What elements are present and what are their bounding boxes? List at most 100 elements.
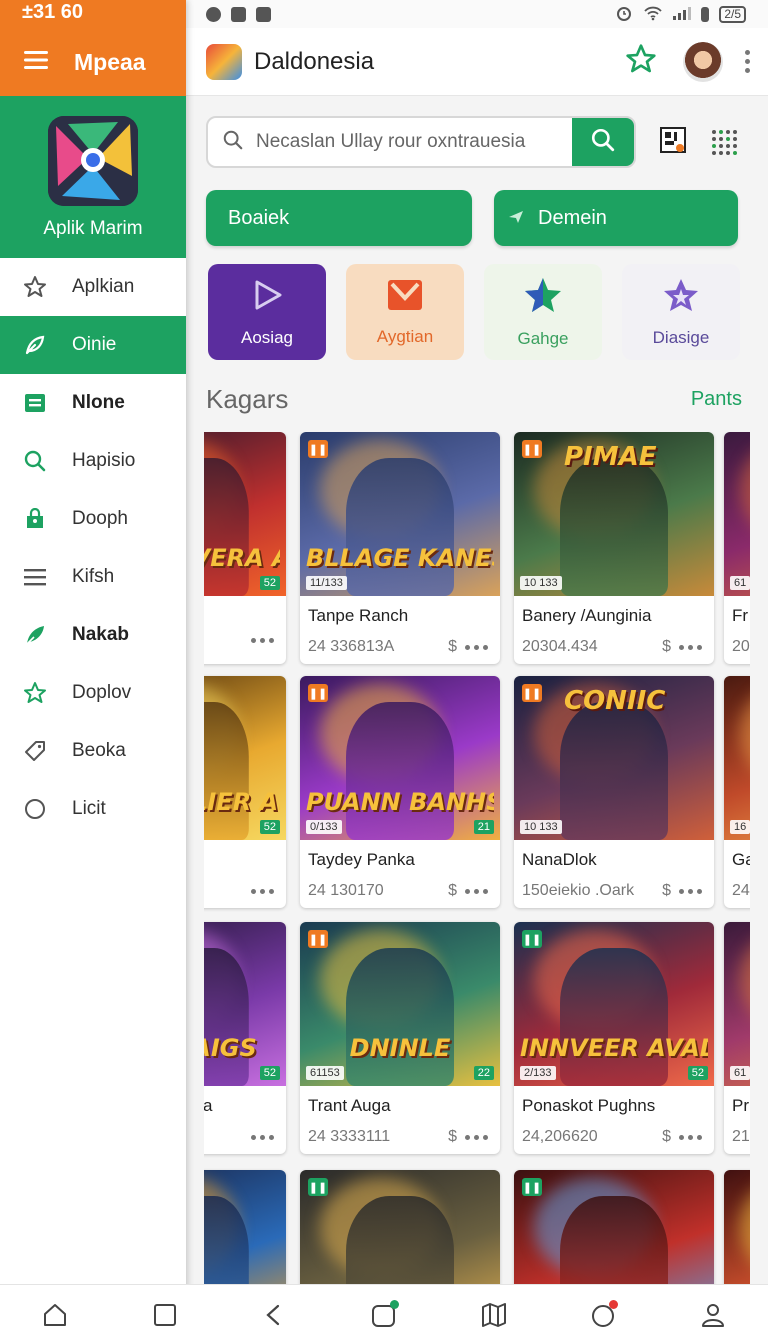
game-card-meta: NanaDlok 150eiekio .Oark $: [514, 840, 714, 900]
game-card-meta: Banery /Aunginia 20304.434 $: [514, 596, 714, 656]
notification-icon[interactable]: [588, 1299, 619, 1330]
game-card[interactable]: ❚❚ INNVEER AVADUS 2/133 52 Ponaskot Pughns 24…: [514, 922, 714, 1154]
search-button[interactable]: [572, 118, 634, 166]
game-grid: UNNVERA AVADUS 52 a ❚❚ BLLAGE KANES 11/133 Tan…: [204, 432, 750, 1284]
game-subtitle: 50: [204, 1128, 251, 1146]
pause-badge-icon: ❚❚: [308, 930, 328, 948]
rating-badge: 22: [473, 1066, 494, 1080]
game-title: Trant Auga: [308, 1096, 391, 1115]
pause-badge-icon: ❚❚: [308, 684, 328, 702]
avatar[interactable]: [683, 41, 723, 82]
chat-icon[interactable]: [369, 1299, 399, 1330]
game-card[interactable]: ANG: [204, 1170, 286, 1284]
game-title: NanaDlok: [522, 850, 597, 869]
category-tile-2[interactable]: Aygtian: [346, 264, 464, 360]
secondary-button[interactable]: Demein: [494, 190, 738, 246]
more-options-icon[interactable]: [465, 888, 488, 894]
game-title: Tanpe Ranch: [308, 606, 409, 625]
cover-label-badge: 10 133: [520, 820, 562, 834]
cover-label-badge: 0/133: [306, 820, 342, 834]
game-title: naueins: [204, 850, 286, 870]
map-icon[interactable]: [479, 1300, 509, 1330]
game-card[interactable]: ❚❚ PIMAE 10 133 Banery /Aunginia 20304.434 $: [514, 432, 714, 664]
drawer-item-1[interactable]: Aplkian: [0, 258, 186, 316]
game-title: Taydey Panka: [308, 850, 415, 869]
category-label: Aosiag: [241, 327, 293, 347]
section-link[interactable]: Pants: [691, 388, 742, 411]
rating-badge: 52: [687, 1066, 708, 1080]
primary-button[interactable]: Boaiek: [206, 190, 472, 246]
search-icon: [590, 127, 616, 158]
game-cover-art: [724, 1170, 750, 1284]
game-card[interactable]: 61 Pr 21: [724, 922, 750, 1154]
drawer-item-5[interactable]: Dooph: [0, 490, 186, 548]
game-cover-art: 16: [724, 676, 750, 840]
drawer-item-9[interactable]: Beoka: [0, 722, 186, 780]
game-card[interactable]: 61 Fr 20: [724, 432, 750, 664]
drawer-item-label: Licit: [72, 798, 106, 819]
drawer-item-4[interactable]: Hapisio: [0, 432, 186, 490]
game-logo-text: INNVEER AVADUS: [520, 1034, 708, 1062]
game-title: Nananana: [204, 1096, 213, 1115]
drawer-item-8[interactable]: Doplov: [0, 664, 186, 722]
game-card[interactable]: ❚❚ DNINLE 61153 22 Trant Auga 24 3333111 $: [300, 922, 500, 1154]
game-card[interactable]: ❚❚ BLLAGE KANES 11/133 Tanpe Ranch 24 336813…: [300, 432, 500, 664]
game-card[interactable]: UNNVERA AVADUS 52 a: [204, 432, 286, 664]
hamburger-menu-icon[interactable]: [24, 50, 48, 75]
apps-grid-icon[interactable]: [712, 129, 737, 155]
drawer-item-6[interactable]: Kifsh: [0, 548, 186, 606]
category-tile-3[interactable]: Gahge: [484, 264, 602, 360]
notification-box-icon: [231, 6, 246, 22]
more-options-icon[interactable]: [251, 888, 274, 894]
game-card[interactable]: ARAIGS52 Nananana 50: [204, 922, 286, 1154]
game-card[interactable]: ❚❚ CONIIC 10 133 NanaDlok 150eiekio .Oark $: [514, 676, 714, 908]
game-card-meta: naueins 5hb: [204, 840, 286, 900]
game-card[interactable]: ❚❚ PUANN BANHS 0/133 21 Taydey Panka 24 13017…: [300, 676, 500, 908]
game-card-meta: Fr 20: [724, 596, 750, 656]
game-subtitle: 5hb: [204, 882, 251, 900]
more-options-icon[interactable]: [251, 1134, 274, 1140]
game-card[interactable]: [724, 1170, 750, 1284]
game-cover-art: ❚❚ BLLAGE KANES 11/133: [300, 432, 500, 596]
more-options-icon[interactable]: [745, 50, 750, 73]
category-tile-4[interactable]: Diasige: [622, 264, 740, 360]
square-icon[interactable]: [150, 1300, 180, 1330]
pause-badge-icon: ❚❚: [522, 684, 542, 702]
more-options-icon[interactable]: [679, 644, 702, 650]
drawer-item-10[interactable]: Licit: [0, 780, 186, 838]
drawer-item-3[interactable]: Nlone: [0, 374, 186, 432]
feather-icon: [22, 622, 48, 648]
barcode-scan-icon[interactable]: [660, 126, 686, 158]
favorite-star-icon[interactable]: [625, 43, 657, 80]
game-info-row: 20: [732, 638, 750, 656]
game-card-meta: Ga 24: [724, 840, 750, 900]
profile-icon[interactable]: [698, 1300, 728, 1330]
game-card-meta: Tanpe Ranch 24 336813A $: [300, 596, 500, 656]
more-options-icon[interactable]: [679, 888, 702, 894]
search-input[interactable]: [256, 131, 572, 153]
game-logo-text: PIMAE: [564, 442, 657, 472]
more-options-icon[interactable]: [679, 1134, 702, 1140]
drawer-item-label: Aplkian: [72, 276, 135, 297]
more-options-icon[interactable]: [251, 638, 274, 643]
leaf-icon: [22, 332, 48, 358]
game-card[interactable]: ❚❚: [514, 1170, 714, 1284]
game-card[interactable]: 16 Ga 24: [724, 676, 750, 908]
drawer-item-label: Doplov: [72, 682, 132, 703]
game-title: Pr: [732, 1096, 749, 1115]
category-tile-1[interactable]: Aosiag: [208, 264, 326, 360]
drawer-item-2[interactable]: Oinie: [0, 316, 186, 374]
status-bar: 2/5: [186, 0, 768, 28]
more-options-icon[interactable]: [465, 644, 488, 650]
price-icon: $: [448, 1128, 457, 1145]
game-logo-text: PUANN BANHS: [306, 788, 494, 816]
back-icon[interactable]: [259, 1300, 289, 1330]
game-logo-text: SVILLIER ANAIRKS: [204, 788, 280, 816]
star-outline-icon: [22, 680, 48, 706]
drawer-item-7[interactable]: Nakab: [0, 606, 186, 664]
game-card[interactable]: SVILLIER ANAIRKS152 naueins 5hb: [204, 676, 286, 908]
game-card[interactable]: ❚❚: [300, 1170, 500, 1284]
home-icon[interactable]: [40, 1300, 70, 1330]
more-options-icon[interactable]: [465, 1134, 488, 1140]
drawer-item-label: Oinie: [72, 334, 117, 355]
